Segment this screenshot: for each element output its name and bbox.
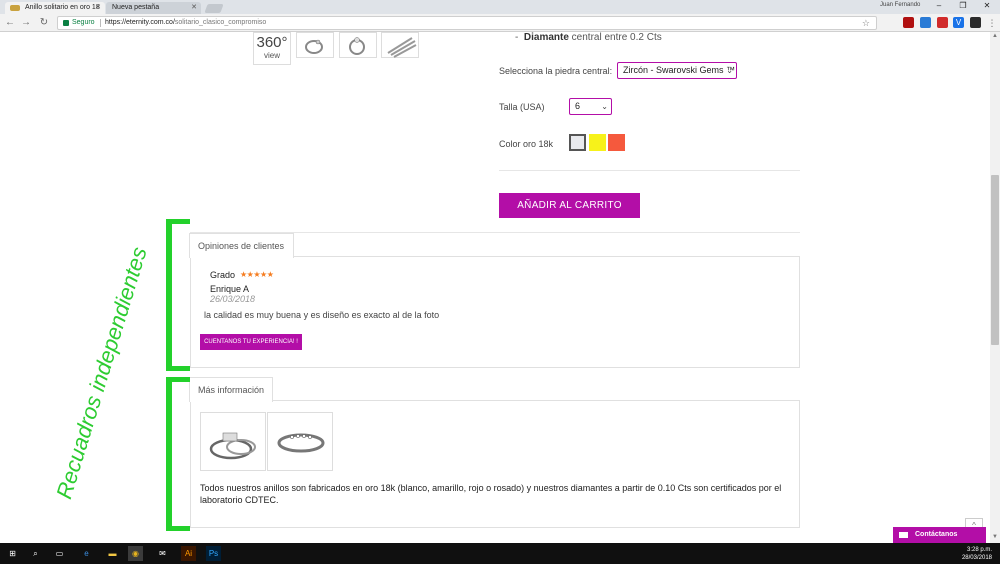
ring-with-box-icon <box>209 432 256 460</box>
url-text: https://eternity.com.co/solitario_clasic… <box>105 17 266 29</box>
ring-set-icon <box>387 37 417 58</box>
profile-name[interactable]: Juan Fernando <box>880 2 920 8</box>
close-tab-icon[interactable]: ✕ <box>191 2 197 14</box>
scrollbar-thumb[interactable] <box>991 175 999 345</box>
mail-icon <box>899 532 908 538</box>
ring-icon <box>349 37 365 55</box>
site-favicon-icon <box>10 5 20 11</box>
color-swatch-white[interactable] <box>569 134 586 151</box>
system-clock[interactable]: 3:28 p.m. 28/03/2018 <box>962 546 992 562</box>
search-icon[interactable]: ⌕ <box>28 546 43 561</box>
review-text: la calidad es muy buena y es diseño es e… <box>204 310 440 320</box>
review-date: 26/03/2018 <box>210 294 256 304</box>
maximize-icon[interactable]: ❐ <box>952 0 974 12</box>
url-path: solitario_clasico_compromiso <box>174 19 267 26</box>
scroll-up-icon[interactable]: ▲ <box>991 33 999 39</box>
diamond-spec: - Diamante central entre 0.2 Cts <box>515 32 662 43</box>
reviewer-name: Enrique A <box>210 284 250 294</box>
clock-date: 28/03/2018 <box>961 555 992 561</box>
product-image <box>200 412 266 471</box>
contact-button[interactable]: Contáctanos <box>893 527 986 543</box>
menu-icon[interactable]: ⋮ <box>985 16 999 30</box>
view-360-sublabel: view <box>263 51 280 60</box>
address-bar[interactable]: Seguro https://eternity.com.co/solitario… <box>57 16 877 30</box>
extension-icon[interactable] <box>920 17 931 28</box>
clock-time: 3:28 p.m. <box>966 547 992 553</box>
windows-taskbar: ⊞ ⌕ ▭ e ▬ ◉ ✉ Ai Ps 3:28 p.m. 28/03/2018 <box>0 543 1000 564</box>
new-tab-button[interactable] <box>204 4 224 13</box>
tab-reviews[interactable]: Opiniones de clientes <box>189 233 294 258</box>
stone-label: Selecciona la piedra central: <box>499 66 613 76</box>
reload-icon[interactable]: ↻ <box>37 16 51 30</box>
color-swatch-yellow[interactable] <box>589 134 606 151</box>
browser-tab-bar: Anillo solitario en oro 18 ✕ Nueva pesta… <box>0 0 1000 14</box>
rating-stars: ★★★★★ <box>240 270 274 279</box>
annotation-bracket-bottom <box>166 378 172 530</box>
tab-label: Anillo solitario en oro 18 <box>25 4 100 11</box>
size-select-value: 6 <box>575 101 581 111</box>
task-view-icon[interactable]: ▭ <box>52 546 67 561</box>
file-explorer-icon[interactable]: ▬ <box>105 546 120 561</box>
extension-icon[interactable] <box>937 17 948 28</box>
stone-select-value: Zircón - Swarovski Gems ™ <box>623 65 736 75</box>
windows-start-icon[interactable]: ⊞ <box>5 546 20 561</box>
product-image <box>267 412 333 471</box>
product-thumbnail[interactable] <box>339 32 377 58</box>
extension-icon[interactable]: V <box>953 17 964 28</box>
minimize-icon[interactable]: – <box>928 0 950 12</box>
color-swatch-red[interactable] <box>608 134 625 151</box>
tab-more-info[interactable]: Más información <box>189 377 273 402</box>
edge-icon[interactable]: e <box>79 546 94 561</box>
more-info-text: Todos nuestros anillos son fabricados en… <box>200 483 782 505</box>
pdf-extension-icon[interactable] <box>903 17 914 28</box>
wedding-band-icon <box>277 433 325 453</box>
product-thumbnail[interactable] <box>381 32 419 58</box>
ring-icon <box>305 39 323 54</box>
lock-icon <box>63 20 69 26</box>
color-label: Color oro 18k <box>499 139 554 149</box>
annotation-bracket-top-foot <box>166 366 190 371</box>
tab-new[interactable]: Nueva pestaña ✕ <box>106 2 201 14</box>
tab-active[interactable]: Anillo solitario en oro 18 ✕ <box>5 2 105 14</box>
photoshop-icon[interactable]: Ps <box>206 546 221 561</box>
stone-select[interactable]: Zircón - Swarovski Gems ™ ⌄ <box>617 62 737 79</box>
url-domain: https://eternity.com.co/ <box>105 19 175 26</box>
extension-icon[interactable] <box>970 17 981 28</box>
annotation-bracket-top-cap <box>166 219 190 224</box>
close-window-icon[interactable]: ✕ <box>976 0 998 12</box>
annotation-bracket-top <box>166 220 172 370</box>
diamond-label: Diamante <box>523 32 569 43</box>
bookmark-star-icon[interactable]: ☆ <box>862 17 870 29</box>
chevron-down-icon: ⌄ <box>726 66 733 75</box>
add-to-cart-button[interactable]: AÑADIR AL CARRITO <box>499 193 640 218</box>
browser-toolbar: ← → ↻ Seguro https://eternity.com.co/sol… <box>0 14 1000 32</box>
tab-label: Nueva pestaña <box>112 4 160 11</box>
illustrator-icon[interactable]: Ai <box>181 546 196 561</box>
annotation-bracket-bottom-cap <box>166 377 190 382</box>
size-label: Talla (USA) <box>499 102 545 112</box>
close-tab-icon[interactable]: ✕ <box>95 2 101 14</box>
view-360-button[interactable]: 360° view <box>253 32 291 65</box>
forward-icon[interactable]: → <box>19 16 33 30</box>
chevron-down-icon: ⌄ <box>601 102 608 111</box>
contact-label: Contáctanos <box>915 531 958 538</box>
divider <box>499 170 800 171</box>
secure-label: Seguro <box>72 19 95 26</box>
divider <box>100 19 101 27</box>
annotation-bracket-bottom-foot <box>166 526 190 531</box>
size-select[interactable]: 6 ⌄ <box>569 98 612 115</box>
back-icon[interactable]: ← <box>3 16 17 30</box>
grade-label: Grado <box>210 270 236 280</box>
scroll-down-icon[interactable]: ▼ <box>991 534 999 540</box>
view-360-label: 360° <box>256 34 288 51</box>
product-thumbnail[interactable] <box>296 32 334 58</box>
diamond-value: central entre 0.2 Cts <box>568 32 662 43</box>
mail-app-icon[interactable]: ✉ <box>155 546 170 561</box>
share-experience-button[interactable]: CUENTANOS TU EXPERIENCIA! ! <box>200 334 302 350</box>
chrome-icon[interactable]: ◉ <box>128 546 143 561</box>
